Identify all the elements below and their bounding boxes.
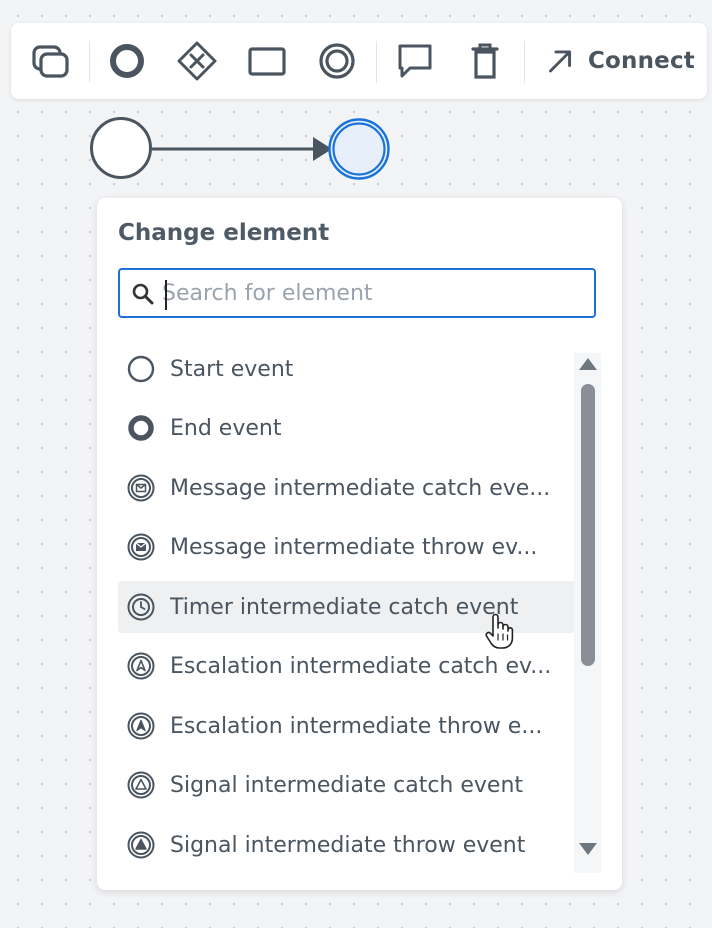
list-item-message-throw[interactable]: Message intermediate throw ev... <box>118 521 575 573</box>
list-item-timer-catch[interactable]: Timer intermediate catch event <box>118 581 575 633</box>
list-item-end-event[interactable]: End event <box>118 402 575 454</box>
trash-icon <box>471 43 499 79</box>
escalation-throw-icon <box>127 712 155 740</box>
signal-throw-icon <box>127 831 155 859</box>
signal-catch-icon <box>127 771 155 799</box>
popup-title: Change element <box>118 220 330 246</box>
task-button[interactable] <box>241 23 293 99</box>
copy-group-button[interactable] <box>21 23 79 99</box>
list-item-label: Message intermediate catch eve... <box>170 475 551 501</box>
scrollbar-thumb[interactable] <box>581 384 595 666</box>
list-item-label: End event <box>170 415 282 441</box>
toolbar-divider <box>524 41 525 83</box>
change-element-popup: Change element Start event End event <box>97 198 622 890</box>
overlapping-squares-icon <box>32 45 69 78</box>
connect-button[interactable]: Connect <box>545 23 695 99</box>
intermediate-event-circle-icon <box>319 43 355 79</box>
list-item-start-event[interactable]: Start event <box>118 343 575 395</box>
start-event-icon <box>127 355 155 383</box>
element-list: Start event End event Message intermedia… <box>118 343 578 873</box>
connect-label: Connect <box>587 48 695 74</box>
text-caret <box>165 280 167 310</box>
end-event-icon <box>128 415 154 441</box>
list-item-signal-catch[interactable]: Signal intermediate catch event <box>118 759 575 811</box>
list-item-message-catch[interactable]: Message intermediate catch eve... <box>118 462 575 514</box>
context-toolbar: Connect <box>11 23 707 99</box>
escalation-catch-icon <box>127 652 155 680</box>
gateway-button[interactable] <box>171 23 223 99</box>
search-icon <box>132 283 154 305</box>
comment-icon <box>398 44 432 78</box>
list-item-escalation-throw[interactable]: Escalation intermediate throw e... <box>118 700 575 752</box>
list-item-label: Signal intermediate catch event <box>170 772 524 798</box>
intermediate-event-button[interactable] <box>311 23 363 99</box>
search-box[interactable] <box>118 268 596 318</box>
list-item-label: Escalation intermediate throw e... <box>170 713 543 739</box>
list-item-signal-throw[interactable]: Signal intermediate throw event <box>118 819 575 871</box>
toolbar-divider <box>89 41 90 83</box>
list-item-label: Start event <box>170 356 294 382</box>
list-item-label: Message intermediate throw ev... <box>170 534 538 560</box>
selected-intermediate-event-node[interactable] <box>328 118 390 180</box>
comment-button[interactable] <box>389 23 441 99</box>
end-event-circle-icon <box>110 44 144 78</box>
message-throw-icon <box>127 533 155 561</box>
scroll-down-arrow-icon[interactable] <box>579 843 597 855</box>
task-rectangle-icon <box>248 47 286 76</box>
connect-arrow-icon <box>549 50 572 73</box>
search-input[interactable] <box>162 276 582 310</box>
end-event-button[interactable] <box>101 23 153 99</box>
message-catch-icon <box>127 474 155 502</box>
list-item-label: Signal intermediate throw event <box>170 832 526 858</box>
scroll-up-arrow-icon[interactable] <box>579 358 597 370</box>
gateway-diamond-icon <box>177 41 217 81</box>
list-item-label: Escalation intermediate catch ev... <box>170 653 552 679</box>
toolbar-divider <box>376 41 377 83</box>
list-item-label: Timer intermediate catch event <box>170 594 519 620</box>
list-item-escalation-catch[interactable]: Escalation intermediate catch ev... <box>118 640 575 692</box>
delete-button[interactable] <box>459 23 511 99</box>
timer-catch-icon <box>127 593 155 621</box>
start-event-node[interactable] <box>90 117 152 179</box>
